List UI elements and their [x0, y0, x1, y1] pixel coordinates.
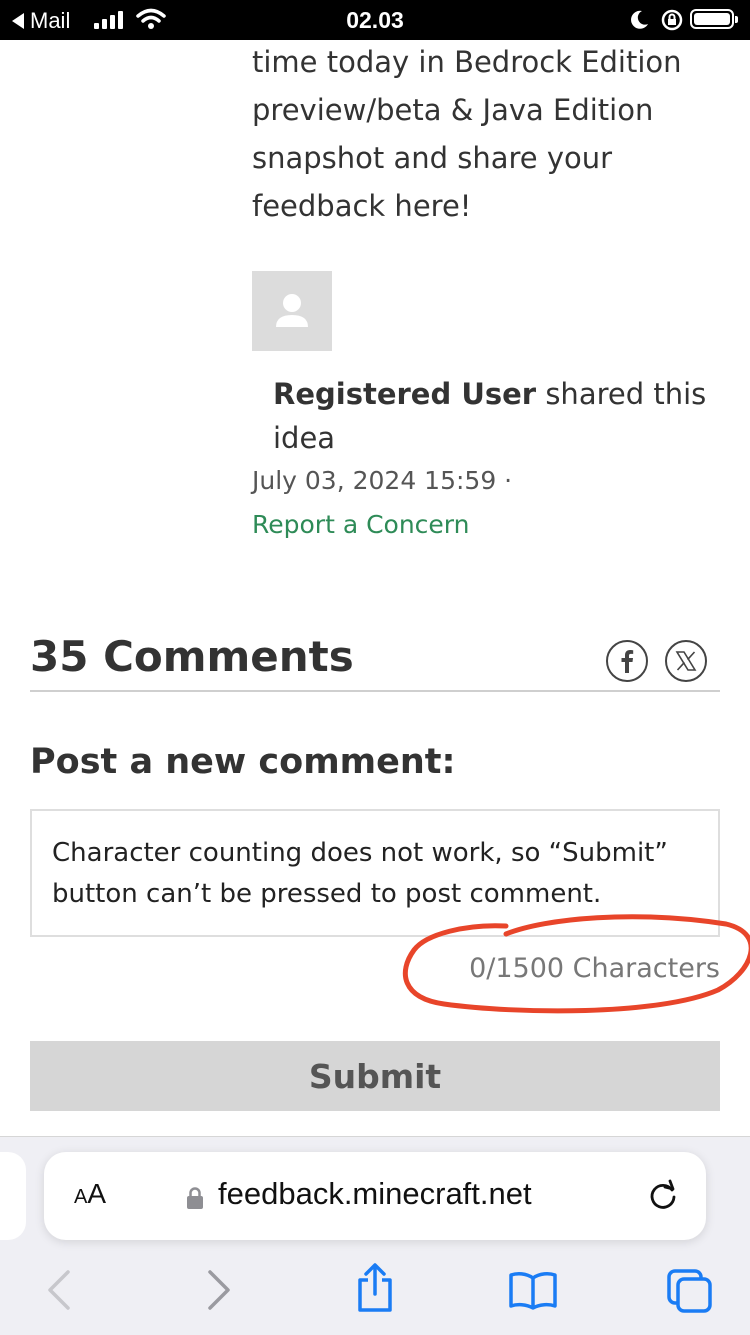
lock-icon: [187, 1187, 203, 1209]
author-name: Registered User: [273, 377, 537, 411]
user-silhouette-icon: [276, 294, 308, 327]
report-concern-link[interactable]: Report a Concern: [252, 510, 470, 539]
status-bar: Mail 02.03: [0, 0, 750, 40]
idea-description: time today in Bedrock Edition preview/be…: [252, 45, 682, 223]
moon-icon: [631, 10, 648, 29]
divider: [30, 690, 720, 692]
red-annotation-circle: [402, 914, 750, 1014]
x-icon: [675, 651, 697, 671]
bookmarks-icon[interactable]: [508, 1270, 558, 1310]
author-line: Registered User shared this idea: [273, 372, 713, 460]
facebook-share-button[interactable]: [606, 640, 648, 682]
address-bar[interactable]: AA feedback.minecraft.net: [44, 1152, 706, 1240]
forward-icon[interactable]: [204, 1268, 234, 1312]
post-date: July 03, 2024 15:59 ·: [252, 466, 513, 495]
share-icon[interactable]: [354, 1262, 396, 1314]
avatar: [252, 271, 332, 351]
facebook-icon: [621, 650, 634, 673]
reload-icon[interactable]: [646, 1178, 680, 1212]
comments-count-heading: 35 Comments: [30, 632, 354, 681]
tabs-icon[interactable]: [666, 1268, 714, 1314]
battery-icon: [690, 9, 738, 29]
previous-tab-peek[interactable]: [0, 1152, 26, 1240]
back-icon[interactable]: [44, 1268, 74, 1312]
submit-button[interactable]: Submit: [30, 1041, 720, 1111]
x-share-button[interactable]: [665, 640, 707, 682]
post-comment-heading: Post a new comment:: [30, 742, 456, 782]
text-size-button[interactable]: AA: [74, 1178, 106, 1210]
rotation-lock-icon: [661, 9, 683, 31]
url-text: feedback.minecraft.net: [218, 1176, 532, 1211]
